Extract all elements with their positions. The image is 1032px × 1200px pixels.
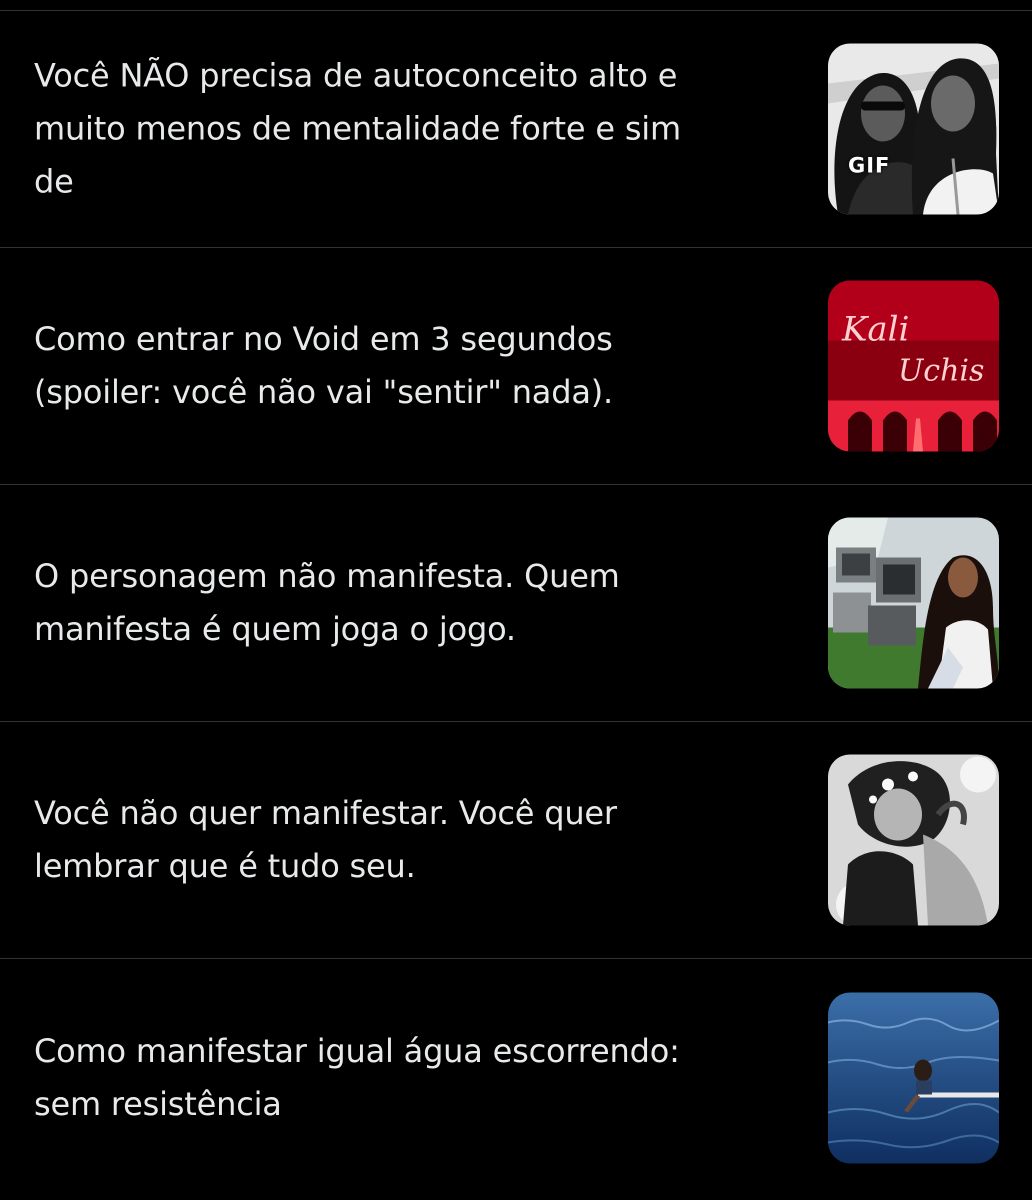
title-line: de xyxy=(34,162,74,201)
list-item[interactable]: Você não quer manifestar. Você quer lemb… xyxy=(0,722,1032,959)
title-line: muito menos de mentalidade forte e sim xyxy=(34,109,681,148)
title-line: sem resistência xyxy=(34,1084,282,1123)
item-title: Como entrar no Void em 3 segundos (spoil… xyxy=(34,313,804,419)
item-title: Como manifestar igual água escorrendo: s… xyxy=(34,1025,804,1131)
title-line: Como entrar no Void em 3 segundos xyxy=(34,320,613,358)
thumbnail-two-women-bw[interactable]: GIF xyxy=(828,43,999,215)
thumbnail-woman-bw-art[interactable] xyxy=(828,754,999,926)
thumbnail-concert-stage[interactable]: Kali Uchis xyxy=(828,280,999,452)
thumbnail-woman-with-tvs[interactable] xyxy=(828,517,999,689)
list-item[interactable]: Como entrar no Void em 3 segundos (spoil… xyxy=(0,248,1032,485)
title-line: Como manifestar igual água escorrendo: xyxy=(34,1031,680,1070)
title-line: Você não quer manifestar. Você quer xyxy=(34,794,617,832)
svg-text:Uchis: Uchis xyxy=(898,354,984,389)
title-line: lembrar que é tudo seu. xyxy=(34,847,416,885)
list-item[interactable]: Você NÃO precisa de autoconceito alto e … xyxy=(0,11,1032,248)
svg-text:Kali: Kali xyxy=(841,310,909,350)
title-line: O personagem não manifesta. Quem xyxy=(34,557,620,595)
item-title: Você não quer manifestar. Você quer lemb… xyxy=(34,787,804,893)
title-line: (spoiler: você não vai "sentir" nada). xyxy=(34,373,613,411)
item-title: O personagem não manifesta. Quem manifes… xyxy=(34,550,804,656)
title-line: manifesta é quem joga o jogo. xyxy=(34,610,516,648)
list-item[interactable]: O personagem não manifesta. Quem manifes… xyxy=(0,485,1032,722)
gif-badge: GIF xyxy=(848,153,891,178)
title-line: Você NÃO precisa de autoconceito alto e xyxy=(34,56,678,95)
item-title: Você NÃO precisa de autoconceito alto e … xyxy=(34,50,804,209)
thumbnail-ocean-diving-board[interactable] xyxy=(828,992,999,1163)
list-item[interactable]: Como manifestar igual água escorrendo: s… xyxy=(0,959,1032,1196)
topic-list: Você NÃO precisa de autoconceito alto e … xyxy=(0,0,1032,1200)
